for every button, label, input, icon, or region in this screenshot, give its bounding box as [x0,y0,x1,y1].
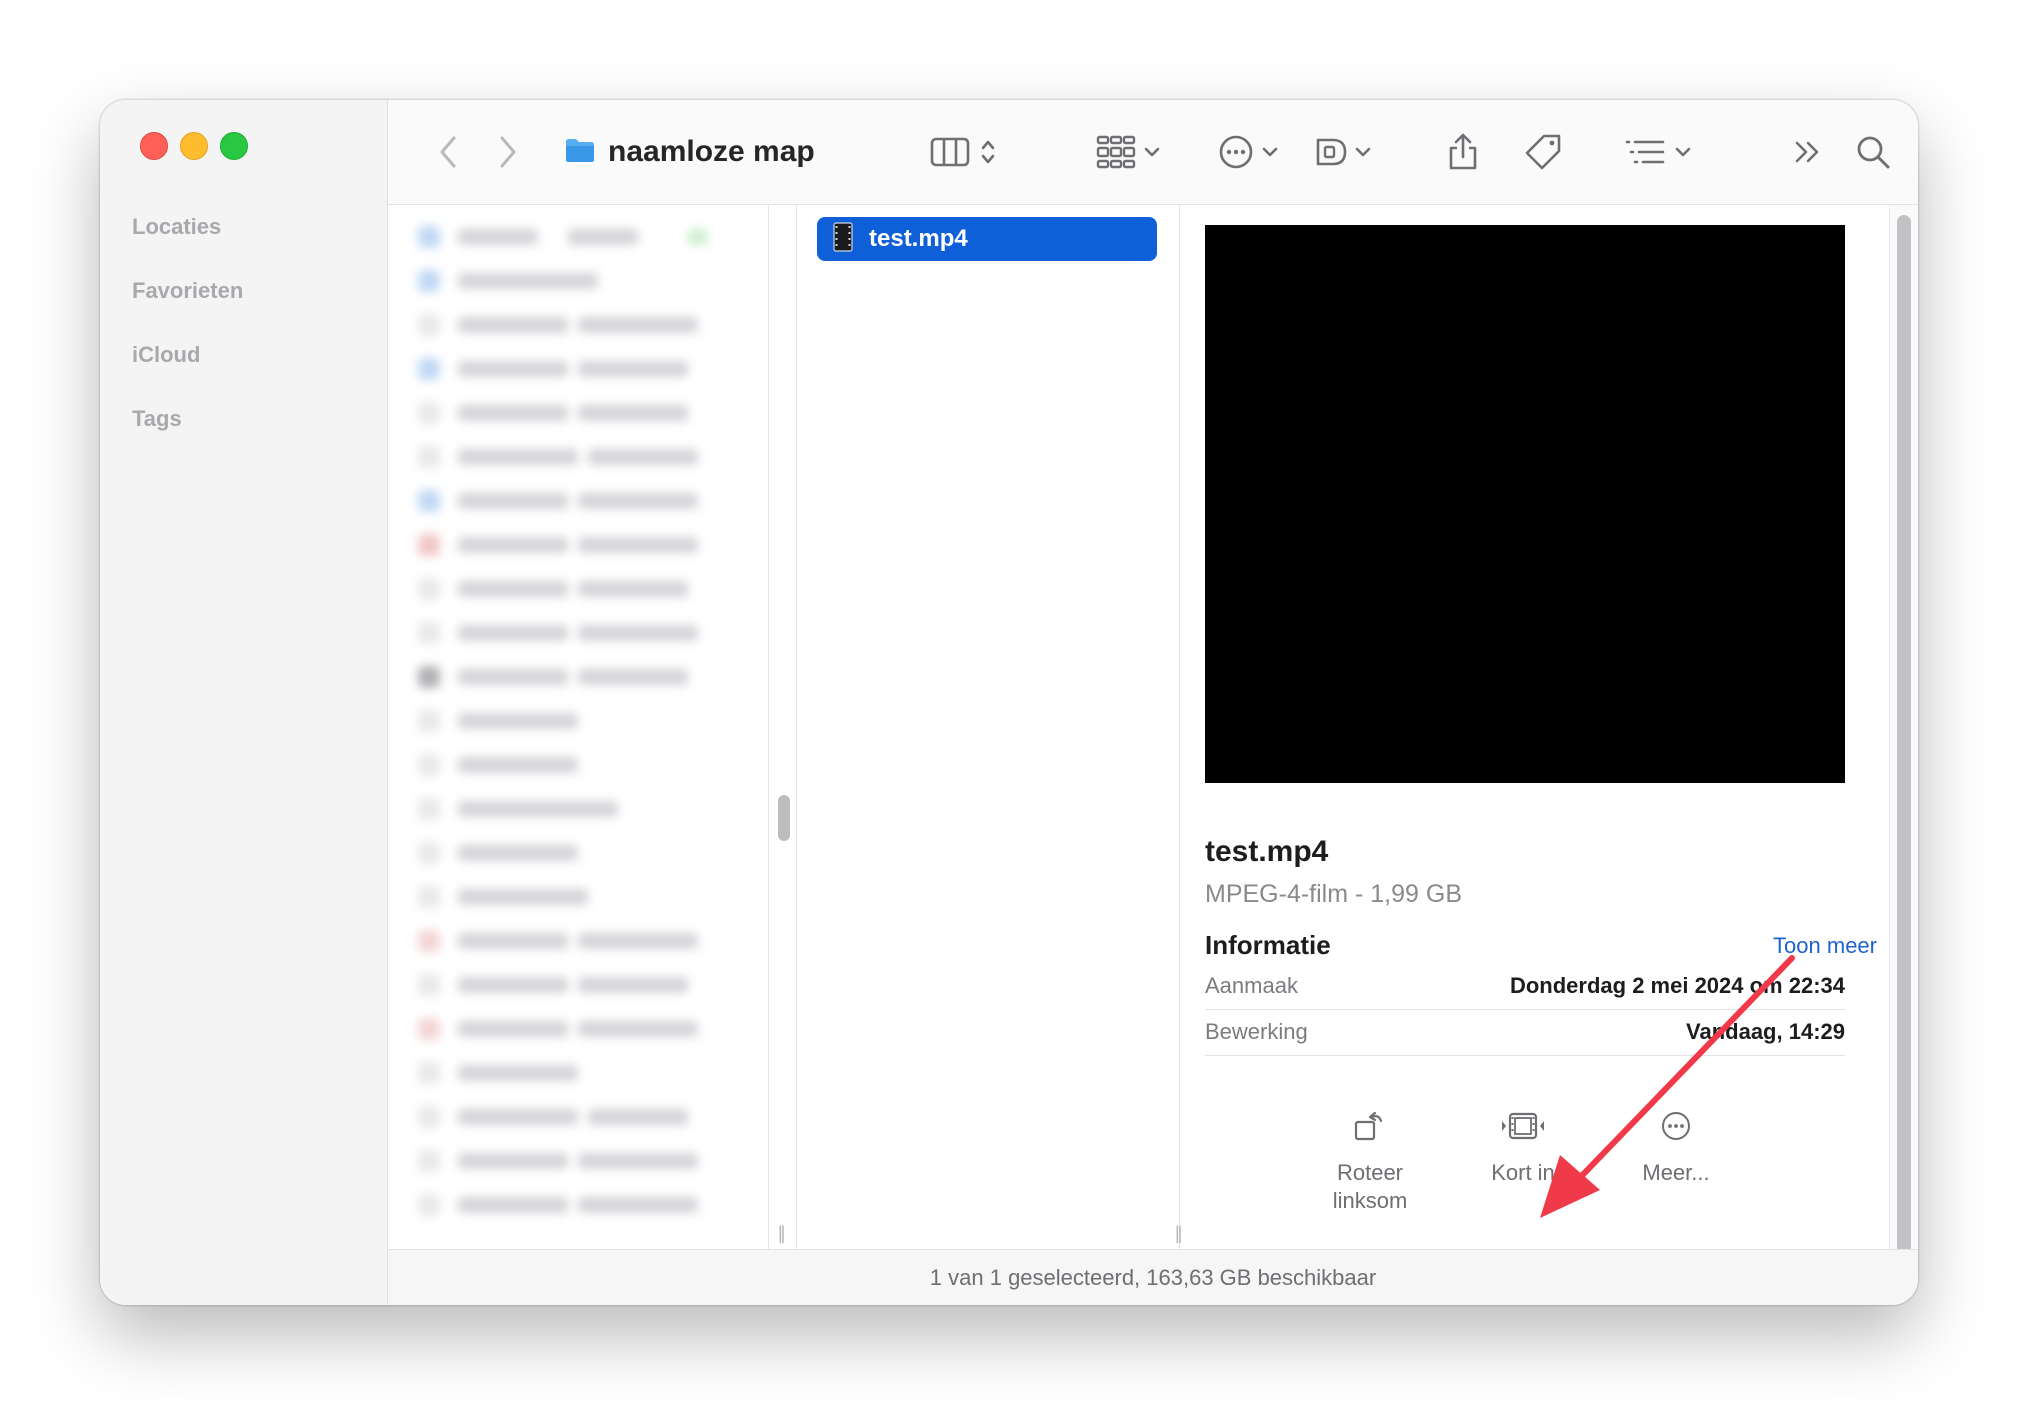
status-text: 1 van 1 geselecteerd, 163,63 GB beschikb… [929,1264,1377,1290]
column-scrollbar[interactable] [778,795,790,841]
info-heading: Informatie [1205,930,1331,960]
movie-file-icon [833,221,853,257]
zoom-window-button[interactable] [220,132,248,160]
search-icon [1855,134,1891,170]
blurred-file-list [418,215,718,1227]
chevron-left-icon [438,135,458,169]
share-button[interactable] [1438,128,1488,176]
action-label: Roteer [1336,1160,1404,1185]
selected-file-name: test.mp4 [869,225,968,252]
columns-view-icon [930,136,970,168]
sidebar-section-icloud[interactable]: iCloud [132,342,200,368]
column-resize-handle[interactable]: || [778,1223,786,1244]
more-toolbar-icon [1793,139,1823,165]
preview-file-name: test.mp4 [1205,835,1329,868]
share-icon [1447,133,1479,171]
more-toolbar-button[interactable] [1788,128,1828,176]
video-preview[interactable] [1205,225,1845,783]
tag-icon [1524,133,1562,171]
chevron-down-icon [1262,146,1278,158]
preview-scroll-thumb[interactable] [1897,215,1911,1257]
group-icon [1096,135,1136,169]
sort-list-icon [1625,137,1665,167]
info-key: Aanmaak [1205,973,1298,998]
edit-tags-button[interactable] [1308,128,1378,176]
sidebar-section-favorieten[interactable]: Favorieten [132,278,243,304]
status-bar: 1 van 1 geselecteerd, 163,63 GB beschikb… [388,1249,1918,1305]
sidebar-section-locaties[interactable]: Locaties [132,214,221,240]
selected-file-row[interactable]: test.mp4 [817,217,1157,261]
preview-file-kind: MPEG-4-film - 1,99 GB [1205,880,1462,908]
minimize-window-button[interactable] [180,132,208,160]
back-button[interactable] [428,128,468,176]
action-menu-icon [1218,134,1254,170]
view-mode-button[interactable] [918,128,1008,176]
tag-button[interactable] [1518,128,1568,176]
chevron-down-icon [1675,146,1691,158]
search-button[interactable] [1848,128,1898,176]
up-down-chevron-icon [980,137,996,167]
close-window-button[interactable] [140,132,168,160]
chevron-right-icon [498,135,518,169]
files-column[interactable]: test.mp4 || [796,205,1183,1250]
group-button[interactable] [1088,128,1168,176]
preview-scrollbar[interactable] [1889,205,1918,1257]
sidebar: Locaties Favorieten iCloud Tags [100,100,388,1305]
finder-window: Locaties Favorieten iCloud Tags naamloze… [100,100,1918,1305]
action-label: linksom [1332,1188,1408,1213]
info-key: Bewerking [1205,1019,1308,1044]
edit-tags-icon [1315,136,1351,168]
parent-column[interactable] [388,205,769,1250]
sidebar-section-tags[interactable]: Tags [132,406,182,432]
action-button[interactable] [1208,128,1288,176]
rotate-left-button[interactable]: Roteer linksom [1295,1103,1445,1215]
sort-button[interactable] [1613,128,1703,176]
folder-icon [564,136,596,169]
folder-name: naamloze map [608,135,815,168]
chevron-down-icon [1355,146,1371,158]
forward-button[interactable] [488,128,528,176]
annotation-arrow-icon [1540,955,1795,1218]
window-title: naamloze map [564,126,815,178]
chevron-down-icon [1144,146,1160,158]
toolbar: naamloze map [388,100,1918,205]
rotate-left-icon [1353,1110,1387,1147]
